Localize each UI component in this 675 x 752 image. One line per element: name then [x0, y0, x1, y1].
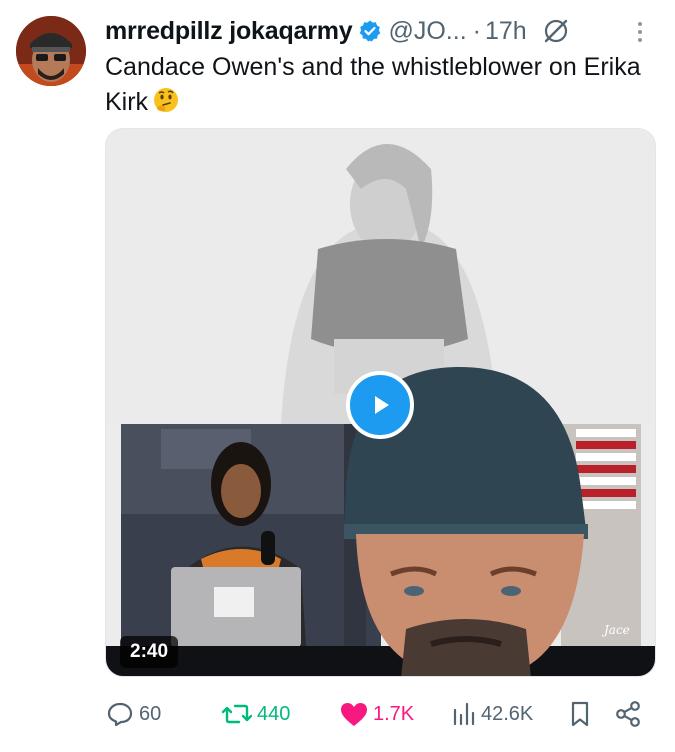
views-icon — [453, 702, 475, 726]
avatar-image — [16, 16, 86, 86]
more-options-icon[interactable] — [628, 16, 652, 48]
repost-count: 440 — [257, 702, 291, 725]
repost-button[interactable]: 440 — [221, 694, 290, 734]
reply-icon — [107, 702, 133, 727]
bookmark-button[interactable] — [567, 694, 593, 734]
like-count: 1.7K — [373, 702, 415, 725]
action-bar: 60 440 1.7K 42.6K — [105, 694, 650, 734]
tweet-text-content: Candace Owen's and the whistleblower on … — [105, 53, 641, 116]
repost-icon — [221, 704, 253, 724]
video-player[interactable]: Jace 2:40 — [105, 128, 656, 677]
grok-icon[interactable] — [541, 16, 571, 46]
share-icon — [616, 701, 640, 727]
user-handle[interactable]: @JO... — [388, 17, 466, 46]
play-button[interactable] — [346, 371, 414, 439]
meta-separator: · — [472, 16, 481, 45]
share-button[interactable] — [613, 694, 643, 734]
play-icon — [375, 396, 389, 414]
tweet-text: Candace Owen's and the whistleblower on … — [105, 50, 645, 124]
avatar[interactable] — [16, 16, 86, 86]
views-count: 42.6K — [481, 702, 534, 725]
video-overlay-signature: Jace — [601, 623, 630, 637]
reply-button[interactable]: 60 — [105, 694, 161, 734]
verified-badge-icon — [358, 19, 382, 43]
video-duration: 2:40 — [120, 636, 179, 668]
bookmark-icon — [571, 701, 589, 727]
heart-icon — [341, 703, 367, 726]
thinking-face-icon — [152, 86, 180, 124]
like-button[interactable]: 1.7K — [339, 694, 414, 734]
display-name[interactable]: mrredpillz jokaqarmy — [105, 17, 353, 46]
reply-count: 60 — [139, 702, 162, 725]
views-button[interactable]: 42.6K — [451, 694, 533, 734]
tweet-card[interactable]: mrredpillz jokaqarmy @JO... · 17h Candac… — [0, 0, 675, 752]
timestamp[interactable]: 17h — [485, 17, 527, 46]
